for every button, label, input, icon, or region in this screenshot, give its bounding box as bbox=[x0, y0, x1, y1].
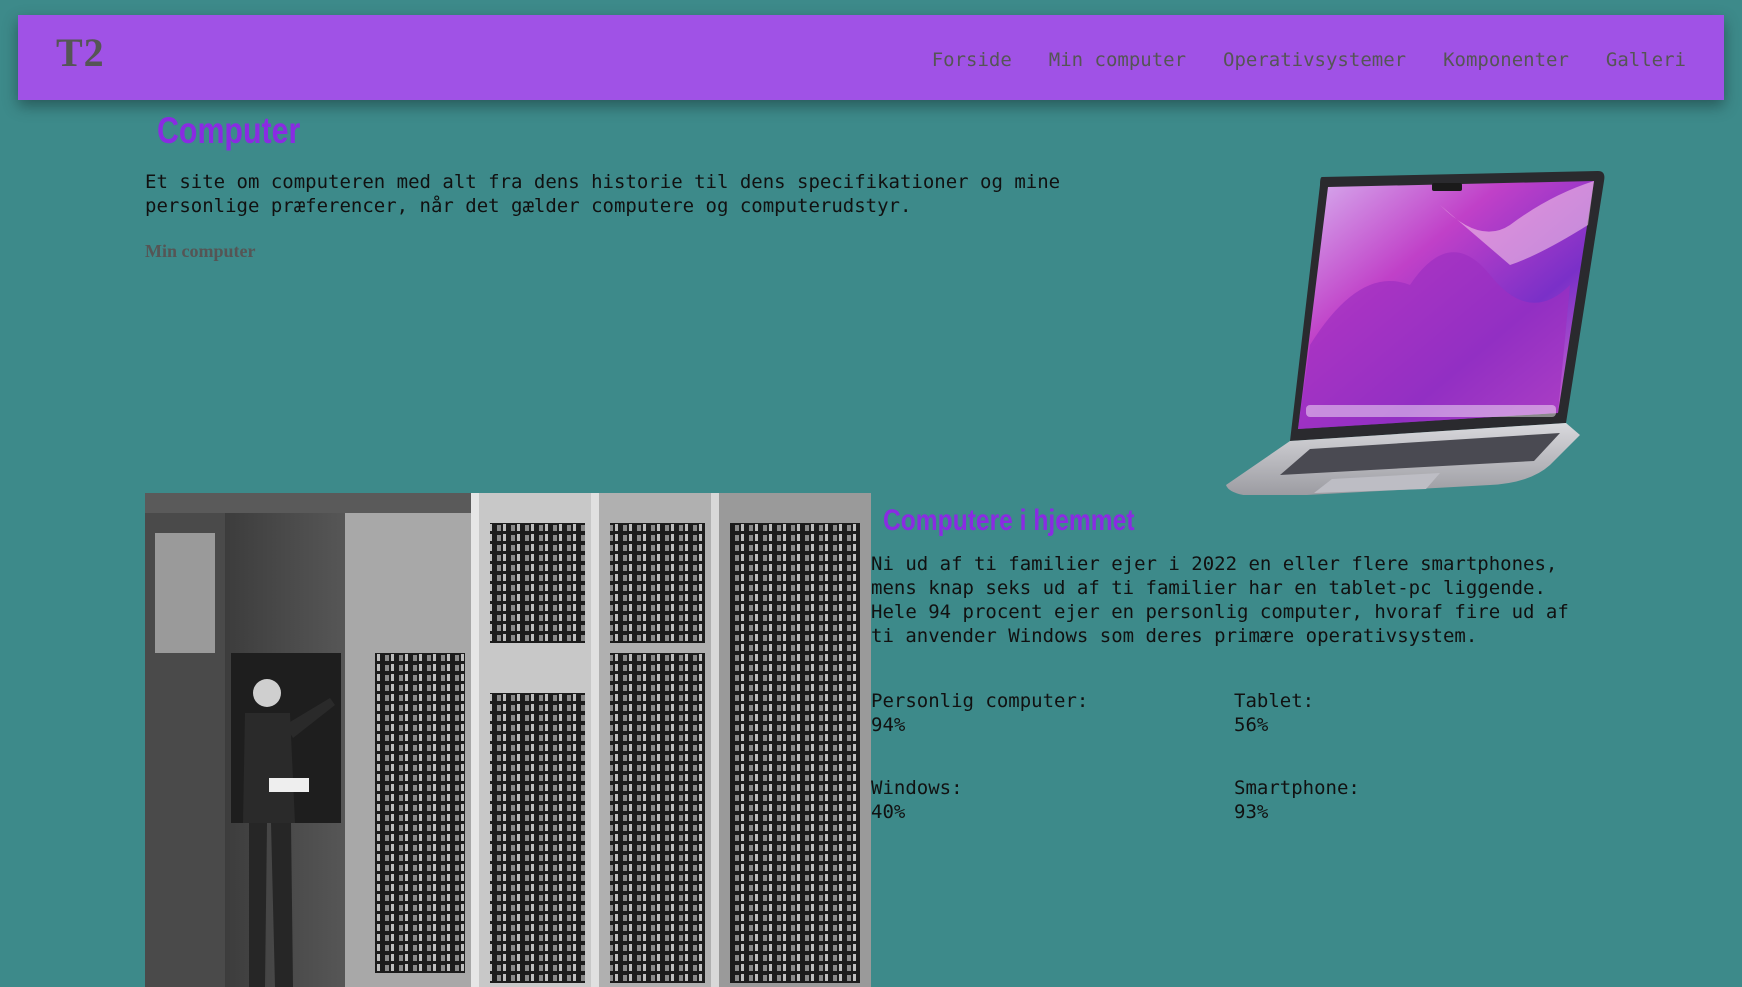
laptop-image bbox=[1110, 165, 1610, 497]
nav-link-min-computer[interactable]: Min computer bbox=[1049, 49, 1186, 71]
stat-label: Tablet: bbox=[1234, 690, 1315, 712]
nav-link-forside[interactable]: Forside bbox=[932, 49, 1012, 71]
min-computer-link[interactable]: Min computer bbox=[145, 241, 255, 262]
nav-link-operativsystemer[interactable]: Operativsystemer bbox=[1223, 49, 1406, 71]
page-title: Computer bbox=[157, 110, 301, 151]
site-logo[interactable]: T2 bbox=[56, 29, 105, 76]
stat-value: 56% bbox=[1234, 714, 1269, 736]
stat-windows: Windows: 40% bbox=[871, 776, 963, 824]
stat-value: 40% bbox=[871, 801, 906, 823]
stat-personlig-computer: Personlig computer: 94% bbox=[871, 689, 1088, 737]
stat-label: Smartphone: bbox=[1234, 777, 1360, 799]
nav-link-komponenter[interactable]: Komponenter bbox=[1443, 49, 1569, 71]
section-text: Ni ud af ti familier ejer i 2022 en elle… bbox=[871, 553, 1569, 647]
nav-links: Forside Min computer Operativsystemer Ko… bbox=[932, 49, 1686, 71]
top-navbar: T2 Forside Min computer Operativsystemer… bbox=[18, 15, 1724, 100]
section-title: Computere i hjemmet bbox=[883, 504, 1135, 537]
stat-value: 93% bbox=[1234, 801, 1269, 823]
stat-smartphone: Smartphone: 93% bbox=[1234, 776, 1360, 824]
vintage-computer-photo bbox=[145, 493, 871, 987]
stat-value: 94% bbox=[871, 714, 906, 736]
intro-text: Et site om computeren med alt fra dens h… bbox=[145, 171, 1061, 217]
nav-link-galleri[interactable]: Galleri bbox=[1606, 49, 1686, 71]
stat-label: Personlig computer: bbox=[871, 690, 1089, 712]
stat-label: Windows: bbox=[871, 777, 963, 799]
stat-tablet: Tablet: 56% bbox=[1234, 689, 1314, 737]
